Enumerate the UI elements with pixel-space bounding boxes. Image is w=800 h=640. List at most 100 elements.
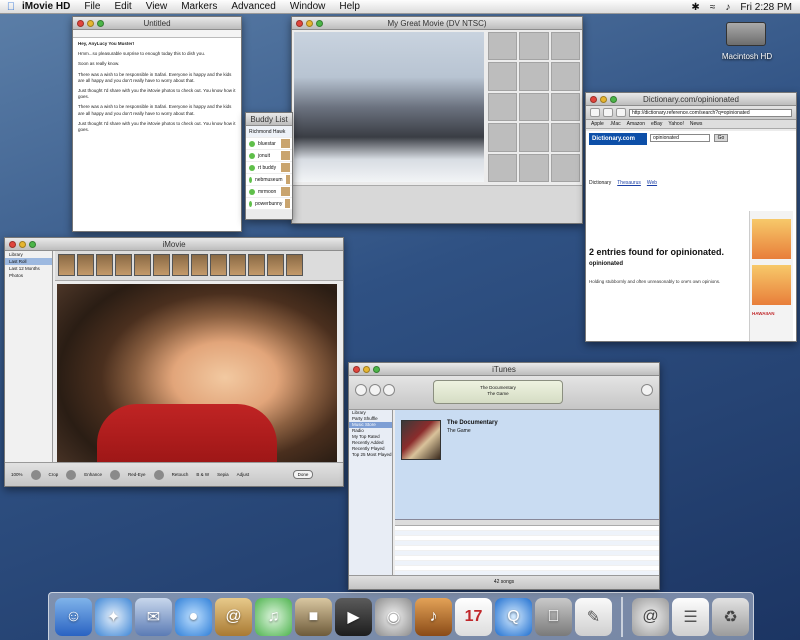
tool-bw[interactable]: B & W [196,472,209,477]
ruler[interactable] [73,30,241,38]
reload-button[interactable] [616,108,626,117]
textedit-window[interactable]: Untitled Hey, AnyLucy You Muster! Hmm...… [72,16,242,232]
red-eye-icon[interactable] [110,469,121,480]
menu-edit[interactable]: Edit [114,1,131,12]
zoom-button[interactable] [97,20,104,27]
garageband-icon[interactable]: ♪ [415,597,452,636]
document-text[interactable]: Hey, AnyLucy You Muster! Hmm...so pleasu… [73,38,241,231]
itunes-window[interactable]: iTunes The Documentary The Game Library … [348,362,660,590]
source-item[interactable]: Last 12 Months [5,265,52,272]
close-button[interactable] [590,96,597,103]
timeline[interactable] [292,185,582,223]
imovie-titlebar[interactable]: iMovie [5,238,343,251]
buddy-item[interactable]: bluestar [246,138,292,150]
hard-drive-label[interactable]: Macintosh HD [712,52,782,61]
previous-button[interactable] [355,384,367,396]
quicktime-icon[interactable]: Q [495,597,532,636]
back-button[interactable] [590,108,600,117]
buddy-item[interactable]: mrmoon [246,186,292,198]
photo-thumbnail[interactable] [191,254,208,276]
trash-icon[interactable]: ♻ [712,597,749,636]
itunes-titlebar[interactable]: iTunes [349,363,659,376]
hard-drive-icon[interactable] [726,22,766,46]
tool-enhance[interactable]: Enhance [84,472,102,477]
menu-window[interactable]: Window [290,1,326,12]
site-logo[interactable]: Dictionary.com [589,133,647,145]
buddy-item[interactable]: powerbunny [246,198,292,210]
photo-thumbnail[interactable] [286,254,303,276]
zoom-button[interactable] [316,20,323,27]
done-button[interactable]: Done [293,470,313,479]
close-button[interactable] [9,241,16,248]
wifi-icon[interactable]: ≈ [710,2,716,13]
next-button[interactable] [383,384,395,396]
movie-window[interactable]: My Great Movie (DV NTSC) [291,16,583,224]
photo-thumbnail[interactable] [134,254,151,276]
safari-titlebar[interactable]: Dictionary.com/opinionated [586,93,796,106]
minimize-button[interactable] [19,241,26,248]
photo-thumbnail[interactable] [267,254,284,276]
tool-crop[interactable]: Crop [49,472,59,477]
idvd-icon[interactable]: ◉ [375,597,412,636]
photo-thumbnail[interactable] [248,254,265,276]
buddy-item[interactable]: jonuit [246,150,292,162]
app-menu[interactable]: iMovie HD [22,1,70,12]
buddy-item[interactable]: rt buddy [246,162,292,174]
mail-icon[interactable]: ✉ [135,597,172,636]
movie-preview[interactable] [294,32,484,182]
source-item[interactable]: Photos [5,272,52,279]
system-preferences-icon[interactable]:  [535,597,572,636]
retouch-icon[interactable] [153,469,164,480]
photo-thumbnail[interactable] [96,254,113,276]
mail-server-icon[interactable]: @ [632,597,669,636]
minimize-button[interactable] [363,366,370,373]
now-playing-display[interactable]: The Documentary The Game [433,380,563,404]
crop-icon[interactable] [30,469,41,480]
tool-retouch[interactable]: Retouch [172,472,189,477]
menu-help[interactable]: Help [339,1,360,12]
bookmark-item[interactable]: Amazon [627,120,645,128]
menu-file[interactable]: File [84,1,100,12]
zoom-button[interactable] [29,241,36,248]
address-book-icon[interactable]: @ [215,597,252,636]
source-item[interactable]: Last Roll [5,258,52,265]
photo-thumbnail-strip[interactable] [55,251,343,281]
source-item[interactable]: Library [5,251,52,258]
iphoto-icon[interactable]: ■ [295,597,332,636]
buddy-list-window[interactable]: Buddy List Richmond Hawk bluestar jonuit… [245,112,293,220]
source-list[interactable]: Library Last Roll Last 12 Months Photos [5,251,53,462]
finder-icon[interactable]: ☺ [55,597,92,636]
close-button[interactable] [353,366,360,373]
bluetooth-icon[interactable]: ✱ [691,2,699,13]
ad-title[interactable]: HAWAIIAN [752,311,791,317]
source-item[interactable]: Top 25 Most Played [349,452,392,458]
bookmark-item[interactable]: News [690,120,703,128]
tab-thesaurus[interactable]: Thesaurus [617,180,641,186]
zoom-button[interactable] [373,366,380,373]
clip-shelf[interactable] [488,32,580,182]
photo-thumbnail[interactable] [58,254,75,276]
volume-icon[interactable]: ♪ [725,2,730,13]
photo-thumbnail[interactable] [153,254,170,276]
bookmark-item[interactable]: Apple [591,120,604,128]
apple-icon[interactable]:  [0,1,22,13]
imovie-window[interactable]: iMovie Library Last Roll Last 12 Months … [4,237,344,487]
textedit-titlebar[interactable]: Untitled [73,17,241,30]
album-artist[interactable]: The Game [447,428,471,434]
enhance-icon[interactable] [66,469,77,480]
movie-titlebar[interactable]: My Great Movie (DV NTSC) [292,17,582,30]
safari-window[interactable]: Dictionary.com/opinionated http://dictio… [585,92,797,342]
imovie-icon[interactable]: ▶ [335,597,372,636]
play-button[interactable] [369,384,381,396]
photo-thumbnail[interactable] [115,254,132,276]
close-button[interactable] [296,20,303,27]
photo-thumbnail[interactable] [229,254,246,276]
address-field[interactable]: http://dictionary.reference.com/search?q… [629,108,792,117]
site-search-go-button[interactable]: Go [714,134,728,142]
photo-thumbnail[interactable] [210,254,227,276]
zoom-button[interactable] [610,96,617,103]
album-art[interactable] [401,420,441,460]
safari-icon[interactable]: ✦ [95,597,132,636]
itunes-icon[interactable]: ♫ [255,597,292,636]
music-store-panel[interactable]: The Documentary The Game [395,410,659,520]
